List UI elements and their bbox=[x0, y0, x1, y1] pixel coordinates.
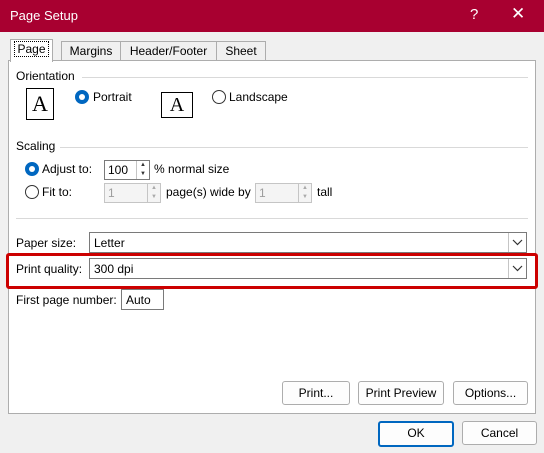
scaling-divider bbox=[60, 147, 528, 148]
scaling-heading: Scaling bbox=[16, 139, 56, 153]
tab-sheet[interactable]: Sheet bbox=[216, 41, 266, 61]
help-icon[interactable]: ? bbox=[470, 6, 478, 23]
tab-page-label: Page bbox=[14, 41, 49, 57]
paper-size-select[interactable]: Letter bbox=[89, 232, 527, 253]
cancel-button[interactable]: Cancel bbox=[462, 421, 537, 445]
first-page-number-value[interactable]: Auto bbox=[126, 293, 151, 307]
paper-size-value[interactable]: Letter bbox=[94, 236, 125, 250]
orientation-divider bbox=[82, 77, 528, 78]
portrait-label[interactable]: Portrait bbox=[93, 90, 132, 104]
dialog-title: Page Setup bbox=[10, 8, 78, 23]
ok-button[interactable]: OK bbox=[378, 421, 454, 447]
first-page-number-label: First page number: bbox=[16, 293, 117, 307]
first-page-number-input[interactable]: Auto bbox=[121, 289, 164, 310]
pages-wide-label: page(s) wide by bbox=[166, 185, 251, 199]
print-quality-select[interactable]: 300 dpi bbox=[89, 258, 527, 279]
pages-wide-value[interactable]: 1 bbox=[108, 186, 115, 200]
tab-header-footer[interactable]: Header/Footer bbox=[120, 41, 217, 61]
tab-margins[interactable]: Margins bbox=[61, 41, 121, 61]
portrait-radio[interactable] bbox=[75, 90, 89, 104]
paper-size-label: Paper size: bbox=[16, 236, 77, 250]
adjust-to-value[interactable]: 100 bbox=[108, 163, 128, 177]
close-icon[interactable]: ✕ bbox=[511, 4, 525, 24]
scaling-bottom-divider bbox=[16, 218, 528, 219]
spin-up-icon[interactable]: ▲ bbox=[299, 184, 311, 193]
tall-label: tall bbox=[317, 185, 333, 199]
spin-up-icon[interactable]: ▲ bbox=[148, 184, 160, 193]
pages-tall-value[interactable]: 1 bbox=[259, 186, 266, 200]
adjust-to-spinner[interactable]: 100 ▲ ▼ bbox=[104, 160, 150, 180]
spin-down-icon[interactable]: ▼ bbox=[137, 170, 149, 179]
spin-down-icon[interactable]: ▼ bbox=[299, 193, 311, 202]
print-preview-button[interactable]: Print Preview bbox=[358, 381, 444, 405]
fit-to-radio[interactable] bbox=[25, 185, 39, 199]
adjust-to-radio[interactable] bbox=[25, 162, 39, 176]
chevron-down-icon[interactable] bbox=[508, 259, 526, 278]
title-bar: Page Setup ? ✕ bbox=[0, 0, 544, 32]
chevron-down-icon[interactable] bbox=[508, 233, 526, 252]
options-button[interactable]: Options... bbox=[453, 381, 528, 405]
print-quality-value[interactable]: 300 dpi bbox=[94, 262, 133, 276]
tab-page[interactable]: Page bbox=[10, 39, 53, 62]
print-button[interactable]: Print... bbox=[282, 381, 350, 405]
normal-size-label: % normal size bbox=[154, 162, 230, 176]
spin-down-icon[interactable]: ▼ bbox=[148, 193, 160, 202]
spin-up-icon[interactable]: ▲ bbox=[137, 161, 149, 170]
fit-to-label[interactable]: Fit to: bbox=[42, 185, 72, 199]
orientation-heading: Orientation bbox=[16, 69, 75, 83]
pages-tall-spinner[interactable]: 1 ▲ ▼ bbox=[255, 183, 312, 203]
landscape-icon: A bbox=[161, 92, 193, 118]
print-quality-label: Print quality: bbox=[16, 262, 83, 276]
landscape-radio[interactable] bbox=[212, 90, 226, 104]
landscape-label[interactable]: Landscape bbox=[229, 90, 288, 104]
pages-wide-spinner[interactable]: 1 ▲ ▼ bbox=[104, 183, 161, 203]
portrait-icon: A bbox=[26, 88, 54, 120]
adjust-to-label[interactable]: Adjust to: bbox=[42, 162, 92, 176]
